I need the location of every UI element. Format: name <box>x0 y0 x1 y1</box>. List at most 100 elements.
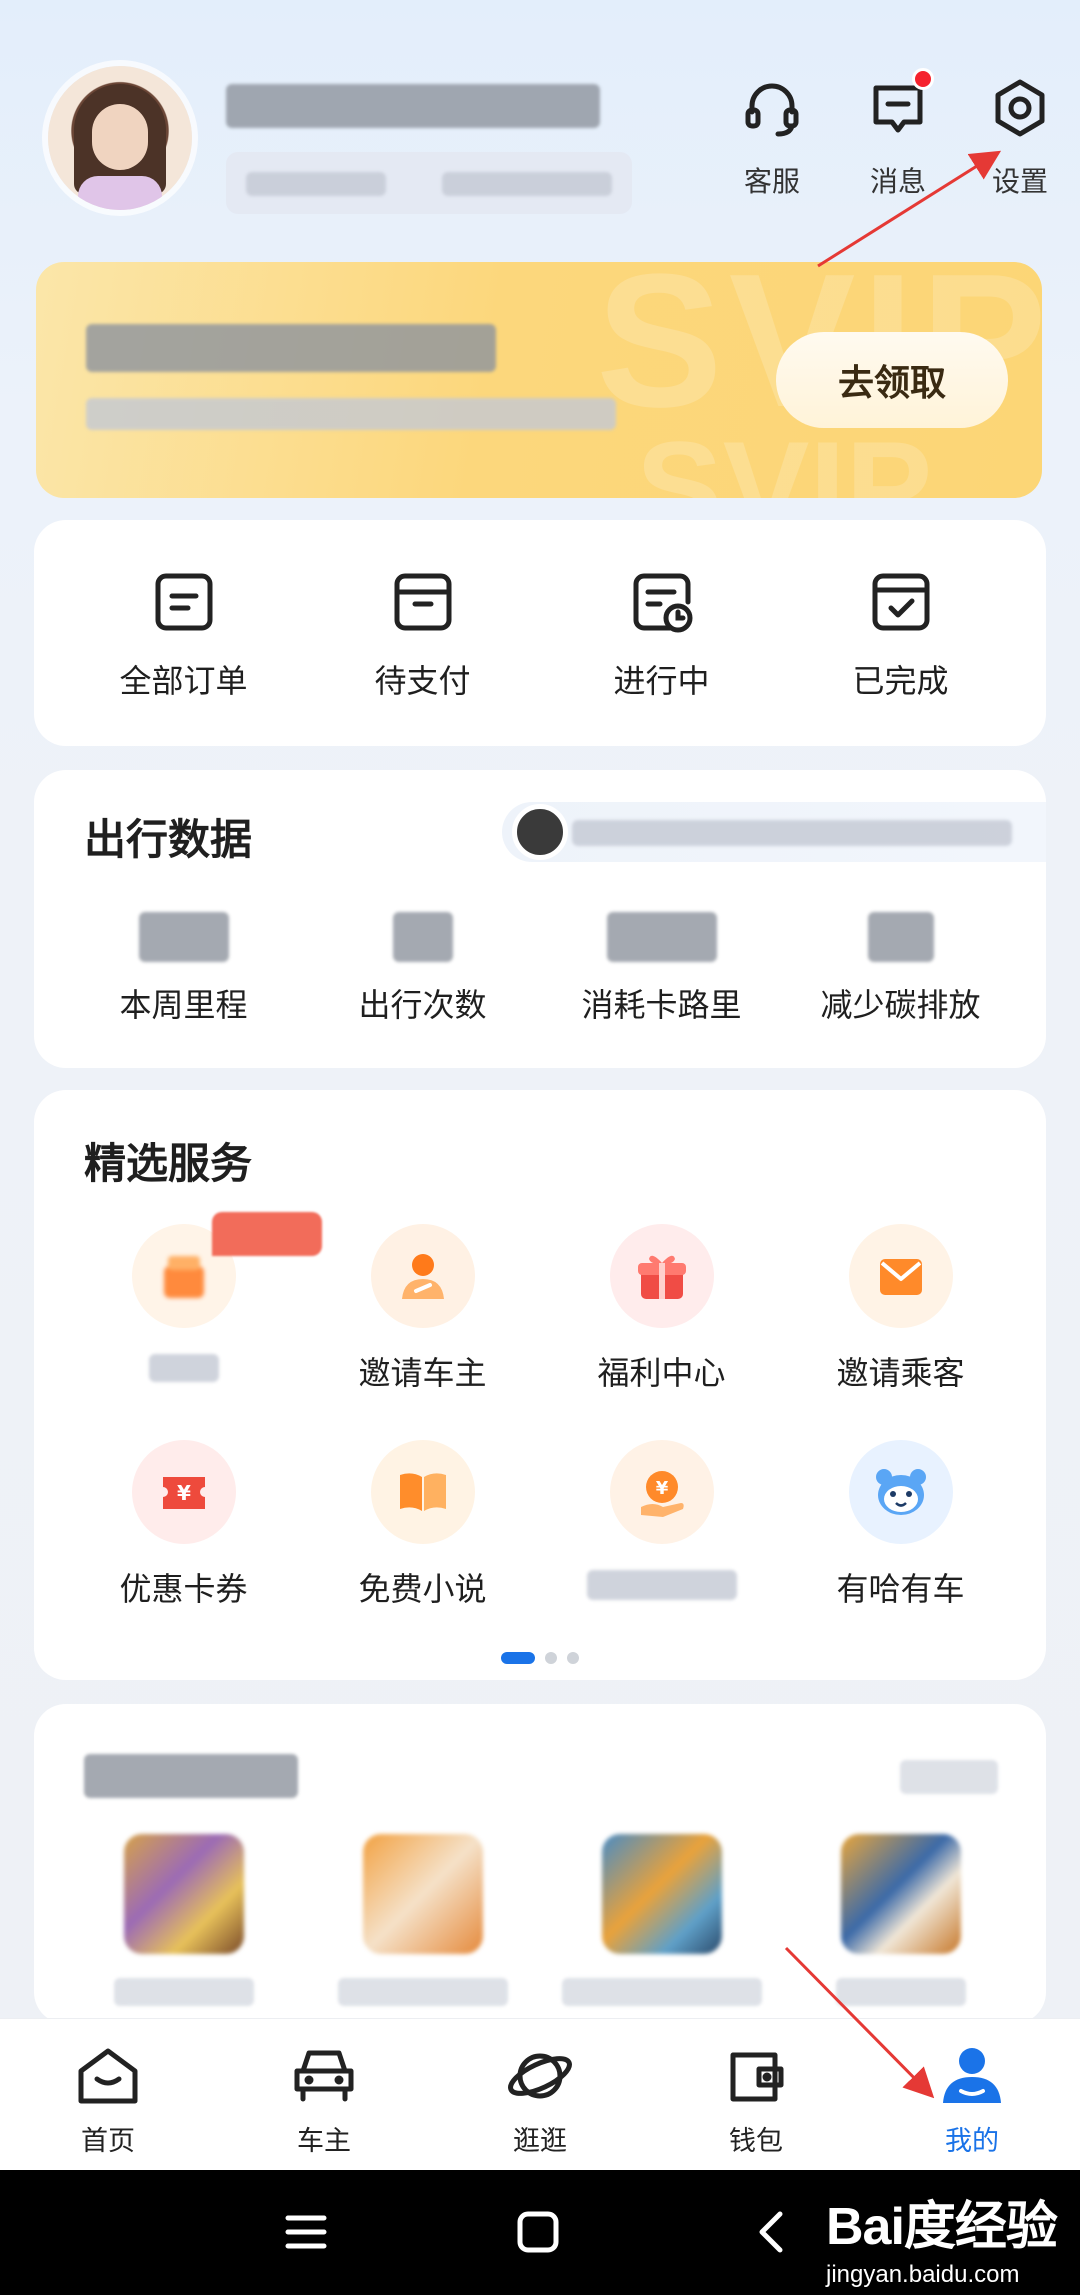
envelope-icon <box>848 1224 953 1328</box>
settings-icon <box>990 78 1050 138</box>
calories-label: 消耗卡路里 <box>581 986 742 1024</box>
recommended-item[interactable] <box>781 1834 1020 2006</box>
nav-home[interactable]: 首页 <box>0 2019 216 2170</box>
coupon-icon: ¥ <box>131 1440 236 1544</box>
coin-hand-icon: ¥ <box>609 1440 714 1544</box>
nav-explore[interactable]: 逛逛 <box>432 2019 648 2170</box>
pending-payment-label: 待支付 <box>374 662 471 700</box>
recommended-thumbnail <box>362 1834 483 1954</box>
weekly-mileage-stat[interactable]: 本周里程 <box>64 912 303 1026</box>
planet-icon <box>505 2041 575 2111</box>
service-label-blurred <box>586 1570 737 1600</box>
settings-label: 设置 <box>991 165 1048 198</box>
headset-icon <box>742 78 802 138</box>
completed-icon <box>869 570 933 634</box>
completed-button[interactable]: 已完成 <box>781 570 1020 702</box>
carbon-reduction-stat[interactable]: 减少碳排放 <box>781 912 1020 1026</box>
watermark-url: jingyan.baidu.com <box>826 2261 1020 2288</box>
settings-button[interactable]: 设置 <box>970 78 1070 200</box>
coupons-label: 优惠卡券 <box>119 1570 248 1608</box>
recommended-name-blurred <box>337 1978 508 2006</box>
featured-services-title: 精选服务 <box>84 1139 253 1188</box>
recommended-title-blurred <box>84 1754 298 1798</box>
all-orders-button[interactable]: 全部订单 <box>64 570 303 702</box>
car-icon <box>289 2041 359 2111</box>
calories-stat[interactable]: 消耗卡路里 <box>542 912 781 1026</box>
nav-profile[interactable]: 我的 <box>864 2019 1080 2170</box>
all-orders-label: 全部订单 <box>119 662 248 700</box>
messages-button[interactable]: 消息 <box>848 68 948 200</box>
completed-label: 已完成 <box>852 662 949 700</box>
nav-explore-label: 逛逛 <box>513 2126 567 2157</box>
trip-count-label: 出行次数 <box>358 986 487 1024</box>
weekly-mileage-label: 本周里程 <box>119 986 248 1024</box>
baidu-jingyan-watermark: Bai度经验 jingyan.baidu.com <box>826 2184 1058 2289</box>
welfare-center-button[interactable]: 福利中心 <box>542 1224 781 1392</box>
in-progress-icon <box>630 570 694 634</box>
profile-icon <box>937 2041 1007 2111</box>
in-progress-button[interactable]: 进行中 <box>542 570 781 702</box>
message-icon <box>868 68 934 138</box>
travel-promo-text-blurred <box>572 820 1012 846</box>
person-icon <box>370 1224 475 1328</box>
stat-value-blurred <box>138 912 229 962</box>
recommended-item[interactable] <box>303 1834 542 2006</box>
nav-wallet-label: 钱包 <box>729 2126 783 2157</box>
messages-label: 消息 <box>869 165 926 198</box>
page-dot-active <box>501 1652 535 1664</box>
recommended-name-blurred <box>835 1978 966 2006</box>
user-name-blurred[interactable] <box>226 84 600 128</box>
customer-service-button[interactable]: 客服 <box>722 78 822 200</box>
menu-icon[interactable] <box>276 2202 336 2262</box>
coupons-button[interactable]: ¥ 优惠卡券 <box>64 1440 303 1608</box>
mascot-avatar <box>512 804 568 860</box>
stat-value-blurred <box>867 912 934 962</box>
bottom-navigation: 首页 车主 逛逛 钱包 我的 <box>0 2018 1080 2170</box>
travel-data-card: 出行数据 本周里程 出行次数 消耗卡路里 减少碳排放 <box>34 770 1046 1068</box>
invite-driver-label: 邀请车主 <box>358 1354 487 1392</box>
home-button-icon[interactable] <box>508 2202 568 2262</box>
recommended-name-blurred <box>561 1978 762 2006</box>
pending-payment-button[interactable]: 待支付 <box>303 570 542 702</box>
customer-service-label: 客服 <box>743 165 800 198</box>
nav-driver-label: 车主 <box>297 2126 351 2157</box>
recommended-item[interactable] <box>542 1834 781 2006</box>
page-dot <box>567 1652 579 1664</box>
youha-youche-label: 有哈有车 <box>836 1570 965 1608</box>
user-avatar[interactable] <box>48 66 192 210</box>
service-blurred-item-2[interactable]: ¥ <box>542 1440 781 1606</box>
nav-driver[interactable]: 车主 <box>216 2019 432 2170</box>
wallet-icon <box>721 2041 791 2111</box>
invite-driver-button[interactable]: 邀请车主 <box>303 1224 542 1392</box>
invite-passenger-button[interactable]: 邀请乘客 <box>781 1224 1020 1392</box>
unread-badge <box>912 68 934 90</box>
service-label-blurred <box>148 1354 219 1382</box>
orders-card: 全部订单 待支付 进行中 已完成 <box>34 520 1046 746</box>
vip-title-blurred <box>86 324 496 372</box>
youha-youche-button[interactable]: 有哈有车 <box>781 1440 1020 1608</box>
free-novels-button[interactable]: 免费小说 <box>303 1440 542 1608</box>
travel-promo-banner[interactable] <box>502 802 1046 862</box>
user-tags-blurred[interactable] <box>226 152 632 214</box>
gift-icon <box>609 1224 714 1328</box>
recommended-thumbnail <box>840 1834 961 1954</box>
stat-value-blurred <box>606 912 717 962</box>
trip-count-stat[interactable]: 出行次数 <box>303 912 542 1026</box>
recommended-item[interactable] <box>64 1834 303 2006</box>
vip-banner[interactable]: SVIP SVIP 去领取 <box>36 262 1042 498</box>
carbon-reduction-label: 减少碳排放 <box>820 986 981 1024</box>
travel-data-title: 出行数据 <box>84 815 253 864</box>
back-icon[interactable] <box>742 2202 802 2262</box>
home-icon <box>73 2041 143 2111</box>
welfare-center-label: 福利中心 <box>597 1354 726 1392</box>
claim-button[interactable]: 去领取 <box>776 332 1008 428</box>
more-link-blurred[interactable] <box>900 1760 998 1794</box>
mascot-icon <box>848 1440 953 1544</box>
service-blurred-item[interactable] <box>64 1212 322 1390</box>
featured-services-card: 精选服务 邀请车主 福利中心 邀请乘客 ¥ 优惠卡券 免费小说 ¥ 有哈有车 <box>34 1090 1046 1680</box>
all-orders-icon <box>152 570 216 634</box>
page-indicator <box>34 1652 1046 1664</box>
page-dot <box>545 1652 557 1664</box>
nav-wallet[interactable]: 钱包 <box>648 2019 864 2170</box>
recommended-thumbnail <box>601 1834 722 1954</box>
